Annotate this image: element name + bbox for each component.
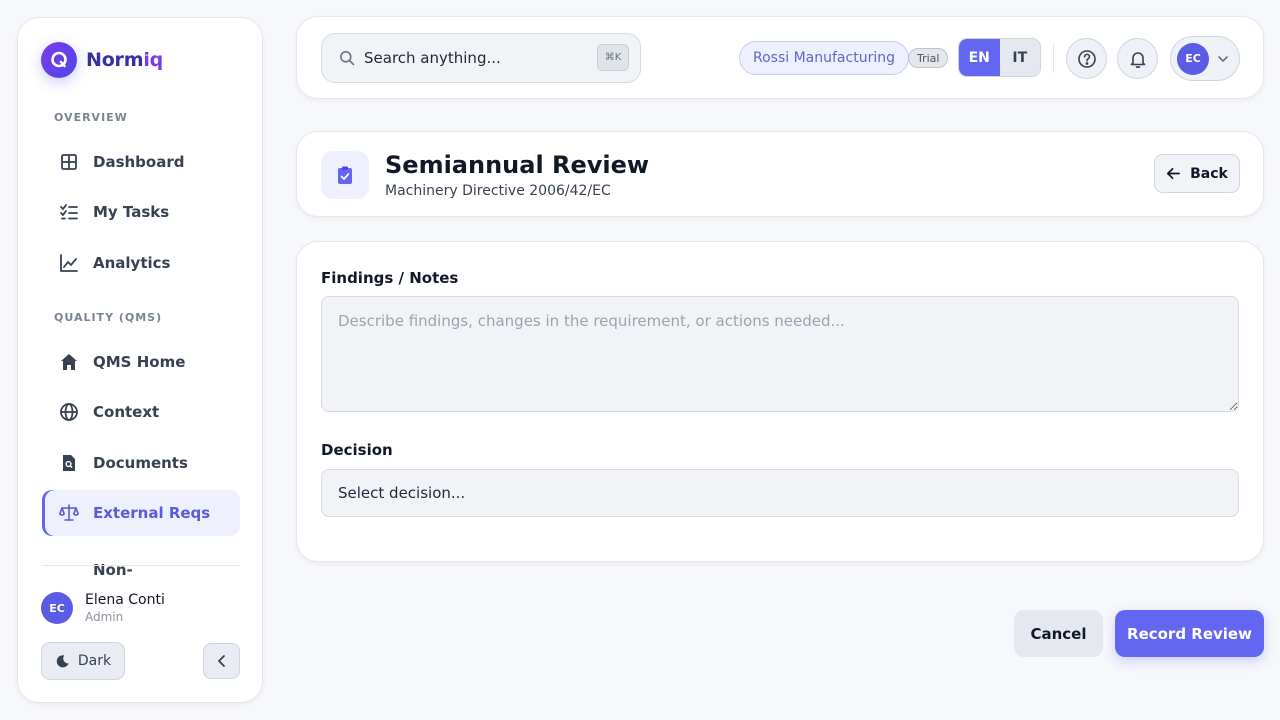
line-chart-icon: [60, 254, 78, 272]
page-header-card: Semiannual Review Machinery Directive 20…: [296, 131, 1264, 217]
sidebar-item-label: Context: [93, 403, 160, 421]
sidebar-item-label: My Tasks: [93, 203, 170, 221]
language-it-button[interactable]: IT: [999, 39, 1040, 76]
avatar: EC: [1177, 42, 1209, 75]
sidebar-item-context[interactable]: Context: [42, 389, 240, 435]
sidebar-user[interactable]: EC Elena Conti Admin: [41, 592, 165, 624]
home-icon: [61, 354, 77, 370]
clipboard-check-icon: [321, 151, 369, 199]
dashboard-grid-icon: [61, 154, 77, 170]
brand-name: Normiq: [86, 49, 164, 71]
moon-icon: [56, 654, 69, 667]
brand-logo-icon: [41, 42, 77, 78]
organization-switcher[interactable]: Rossi Manufacturing: [739, 41, 909, 75]
avatar: EC: [41, 592, 73, 624]
bell-icon: [1130, 51, 1145, 68]
notifications-button[interactable]: [1117, 38, 1158, 79]
scale-icon: [59, 504, 79, 521]
findings-notes-textarea[interactable]: [321, 296, 1239, 412]
page-subtitle: Machinery Directive 2006/42/EC: [385, 183, 611, 199]
collapse-sidebar-button[interactable]: [203, 643, 240, 679]
globe-icon: [60, 403, 78, 421]
sidebar-item-documents[interactable]: Documents: [42, 440, 240, 486]
dark-mode-label: Dark: [77, 653, 112, 669]
language-switcher: EN IT: [958, 38, 1041, 77]
sidebar-item-label: Analytics: [93, 254, 171, 272]
search-icon: [340, 51, 355, 66]
language-en-button[interactable]: EN: [959, 39, 1000, 76]
help-icon: [1077, 49, 1096, 68]
sidebar-item-qms-home[interactable]: QMS Home: [42, 339, 240, 385]
cancel-button[interactable]: Cancel: [1014, 610, 1103, 657]
sidebar-item-my-tasks[interactable]: My Tasks: [42, 189, 240, 235]
plan-badge: Trial: [908, 48, 949, 68]
back-button-label: Back: [1190, 165, 1228, 182]
sidebar-item-analytics[interactable]: Analytics: [42, 240, 240, 286]
search-shortcut-badge: ⌘K: [597, 44, 629, 71]
checklist-icon: [60, 204, 78, 220]
page-title: Semiannual Review: [385, 151, 650, 179]
search-box[interactable]: ⌘K: [321, 33, 641, 83]
chevron-left-icon: [217, 655, 225, 667]
record-review-button[interactable]: Record Review: [1115, 610, 1264, 657]
sidebar-item-label: External Reqs: [93, 504, 211, 522]
back-button[interactable]: Back: [1154, 154, 1240, 193]
notes-label: Findings / Notes: [321, 269, 459, 287]
sidebar-item-label: Dashboard: [93, 153, 185, 171]
document-icon: [63, 455, 75, 471]
sidebar: Normiq OVERVIEW Dashboard My Tasks Analy…: [17, 17, 263, 703]
top-bar: ⌘K Rossi Manufacturing Trial EN IT EC: [296, 16, 1264, 99]
header-divider: [1053, 43, 1054, 73]
arrow-left-icon: [1167, 167, 1181, 180]
sidebar-item-dashboard[interactable]: Dashboard: [42, 139, 240, 185]
sidebar-item-external-reqs[interactable]: External Reqs: [42, 490, 240, 536]
dark-mode-button[interactable]: Dark: [41, 642, 125, 680]
user-role: Admin: [85, 610, 124, 624]
help-button[interactable]: [1066, 38, 1107, 79]
sidebar-item-non[interactable]: Non-: [42, 555, 240, 578]
section-label-overview: OVERVIEW: [54, 111, 128, 124]
decision-label: Decision: [321, 441, 393, 459]
sidebar-item-label: QMS Home: [93, 353, 186, 371]
review-form-card: Findings / Notes Decision Select decisio…: [296, 241, 1264, 562]
user-name: Elena Conti: [85, 592, 165, 608]
decision-select[interactable]: Select decision...: [321, 469, 1239, 517]
chevron-down-icon: [1218, 55, 1228, 62]
search-input[interactable]: [364, 49, 584, 67]
sidebar-divider: [42, 565, 240, 566]
profile-menu-button[interactable]: EC: [1170, 36, 1240, 81]
section-label-quality: QUALITY (QMS): [54, 311, 163, 324]
sidebar-item-label: Documents: [93, 454, 188, 472]
brand[interactable]: Normiq: [41, 42, 163, 78]
